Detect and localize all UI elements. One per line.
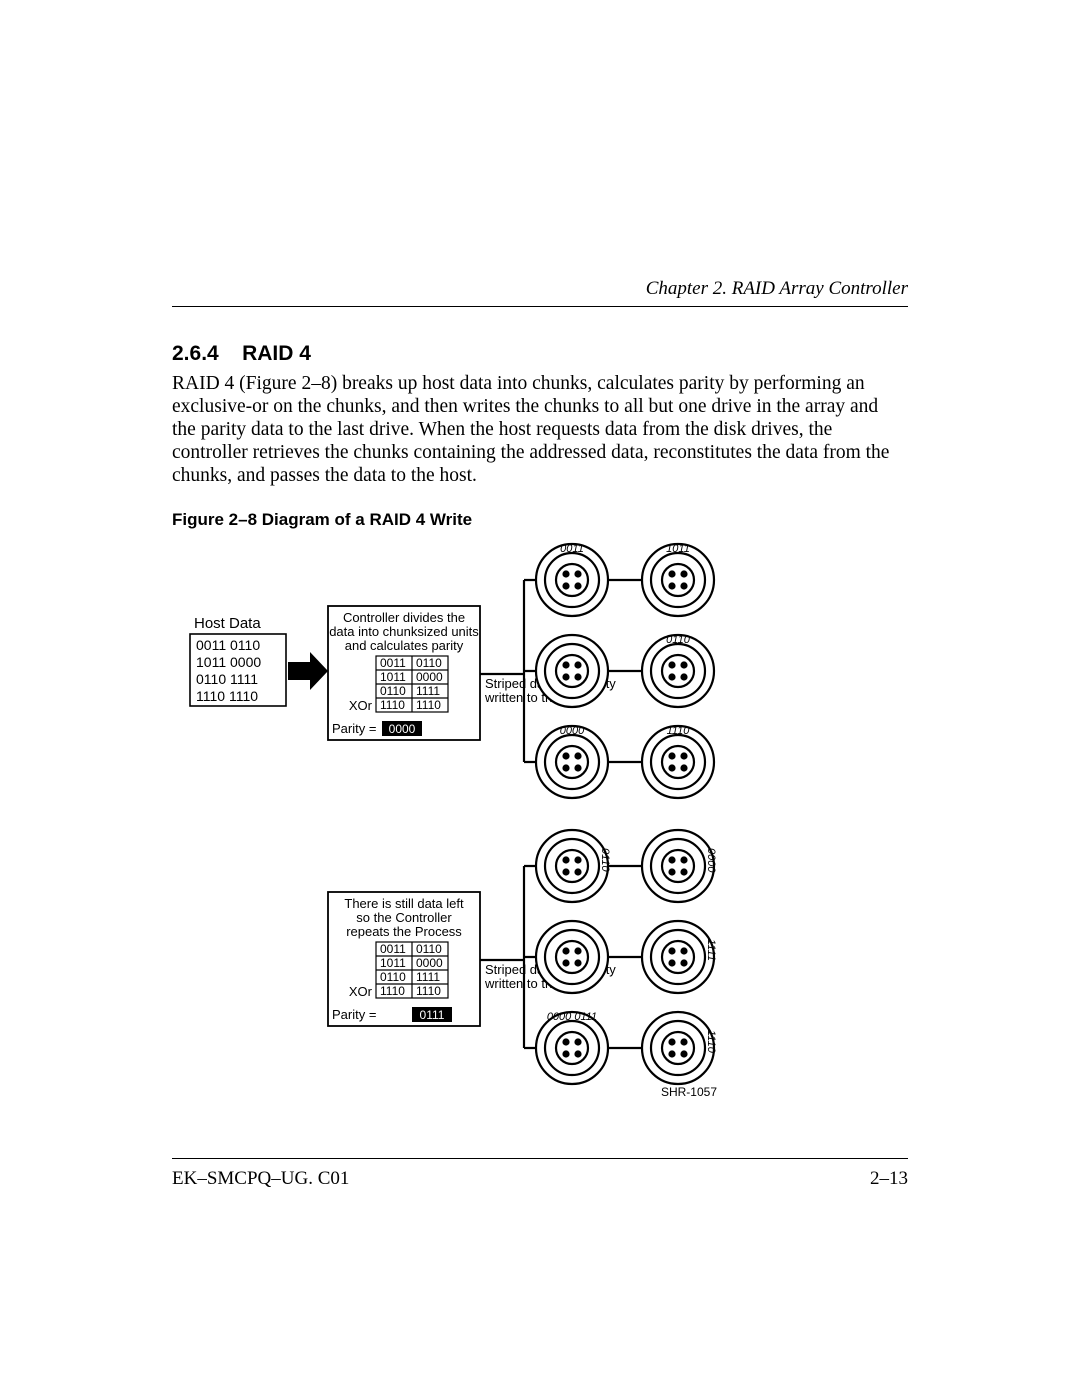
svg-text:and calculates parity: and calculates parity — [345, 638, 464, 653]
svg-text:XOr: XOr — [349, 698, 373, 713]
parity-value-1: 0000 — [389, 722, 416, 736]
svg-text:1110: 1110 — [667, 725, 691, 737]
svg-text:0110: 0110 — [416, 656, 442, 670]
controller-box-2: There is still data left so the Controll… — [328, 892, 480, 1026]
svg-text:0000: 0000 — [416, 670, 443, 684]
page: Chapter 2. RAID Array Controller 2.6.4 R… — [0, 0, 1080, 1397]
figure-diagram: Host Data 0011 0110 1011 0000 0110 1111 … — [172, 530, 912, 1100]
svg-text:data into chunksized units: data into chunksized units — [329, 624, 479, 639]
bottom-rule — [172, 1158, 908, 1159]
svg-text:0110: 0110 — [380, 970, 406, 984]
host-data-row: 0110 1111 — [196, 671, 258, 687]
svg-text:1110: 1110 — [416, 698, 441, 712]
svg-text:Parity =: Parity = — [332, 721, 376, 736]
svg-text:Controller divides the: Controller divides the — [343, 610, 465, 625]
host-data-row: 1110 1110 — [196, 688, 258, 704]
arrow-icon — [288, 652, 328, 690]
host-data-row: 0011 0110 — [196, 637, 260, 653]
footer-right: 2–13 — [870, 1168, 908, 1190]
section-paragraph: RAID 4 (Figure 2–8) breaks up host data … — [172, 372, 904, 487]
figure-caption: Figure 2–8 Diagram of a RAID 4 Write — [172, 510, 472, 530]
section-number: 2.6.4 — [172, 342, 219, 365]
svg-text:0110: 0110 — [380, 684, 406, 698]
svg-text:0000: 0000 — [705, 848, 717, 873]
svg-text:1110: 1110 — [416, 984, 441, 998]
host-data-row: 1011 0000 — [196, 654, 261, 670]
svg-text:0011: 0011 — [380, 942, 406, 956]
figure-code: SHR-1057 — [661, 1085, 717, 1099]
svg-text:repeats the Process: repeats the Process — [346, 924, 462, 939]
svg-text:1110: 1110 — [705, 1030, 717, 1054]
svg-text:There is still data left: There is still data left — [344, 896, 464, 911]
svg-text:XOr: XOr — [349, 984, 373, 999]
svg-text:0110: 0110 — [599, 848, 611, 873]
section-title: RAID 4 — [242, 342, 311, 365]
svg-text:1110: 1110 — [380, 698, 405, 712]
top-rule — [172, 306, 908, 307]
running-head: Chapter 2. RAID Array Controller — [646, 278, 908, 300]
svg-text:1111: 1111 — [416, 970, 440, 984]
section-heading: 2.6.4 RAID 4 — [172, 342, 311, 366]
svg-text:0000: 0000 — [560, 725, 585, 737]
parity-value-2: 0111 — [420, 1008, 445, 1022]
svg-text:1011: 1011 — [380, 670, 406, 684]
svg-text:0110: 0110 — [666, 634, 691, 646]
host-data-label: Host Data — [194, 615, 261, 632]
svg-text:1110: 1110 — [380, 984, 405, 998]
svg-text:1011: 1011 — [666, 543, 690, 555]
svg-text:0000: 0000 — [416, 956, 443, 970]
svg-text:1011: 1011 — [380, 956, 406, 970]
svg-text:Parity =: Parity = — [332, 1007, 376, 1022]
svg-text:0000 0111: 0000 0111 — [547, 1011, 597, 1023]
svg-text:1111: 1111 — [416, 684, 440, 698]
svg-text:0011: 0011 — [560, 543, 584, 555]
svg-text:so the Controller: so the Controller — [356, 910, 452, 925]
controller-box-1: Controller divides the data into chunksi… — [328, 606, 480, 740]
svg-text:0011: 0011 — [380, 656, 406, 670]
footer-left: EK–SMCPQ–UG. C01 — [172, 1168, 349, 1190]
svg-text:1111: 1111 — [705, 939, 717, 961]
svg-text:0110: 0110 — [416, 942, 442, 956]
